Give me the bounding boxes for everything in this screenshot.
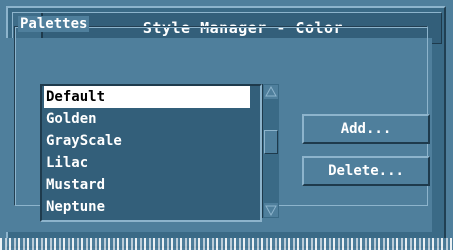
window-bottom-edge: [0, 238, 453, 250]
palette-list-scrollbar[interactable]: [262, 84, 279, 218]
palettes-label: Palettes: [18, 16, 90, 32]
scroll-up-arrow-icon[interactable]: [264, 85, 278, 99]
delete-button[interactable]: Delete...: [302, 156, 430, 186]
add-button[interactable]: Add...: [302, 114, 430, 144]
scroll-down-arrow-icon[interactable]: [264, 203, 278, 217]
style-manager-window: Style Manager - Color Palettes Default G…: [0, 0, 453, 250]
palette-item-neptune[interactable]: Neptune: [42, 196, 260, 218]
scroll-thumb[interactable]: [264, 130, 278, 154]
palette-item-grayscale[interactable]: GrayScale: [42, 130, 260, 152]
palette-item-lilac[interactable]: Lilac: [42, 152, 260, 174]
palette-item-mustard[interactable]: Mustard: [42, 174, 260, 196]
palette-item-golden[interactable]: Golden: [42, 108, 260, 130]
palette-list[interactable]: Default Golden GrayScale Lilac Mustard N…: [40, 84, 262, 222]
palette-item-default[interactable]: Default: [44, 86, 250, 108]
